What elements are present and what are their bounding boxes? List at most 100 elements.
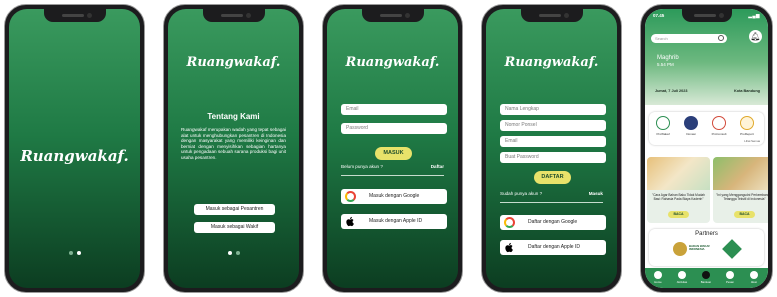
feature-menu: ProWakaf Donasi ProConsult ProReport Lih… xyxy=(649,112,764,145)
google-login-button[interactable]: Masuk dengan Google xyxy=(341,189,447,204)
partners-title: Partners xyxy=(695,231,718,237)
tab-label: Akun xyxy=(750,280,758,284)
about-screen: Ruangwakaf. Tentang Kami Ruangwakaf meru… xyxy=(168,9,299,288)
apple-login-label: Masuk dengan Apple ID xyxy=(369,218,423,224)
search-input[interactable]: Search xyxy=(651,34,727,43)
tab-label: Home xyxy=(654,280,662,284)
phone-about: Ruangwakaf. Tentang Kami Ruangwakaf meru… xyxy=(163,4,304,293)
menu-proconsult[interactable]: ProConsult xyxy=(707,116,731,136)
login-prompt: Sudah punya akun ? xyxy=(500,191,543,196)
login-screen: Ruangwakaf. Email Password MASUK Belum p… xyxy=(327,9,458,288)
menu-label: ProWakaf xyxy=(656,132,670,136)
heart-icon xyxy=(702,271,710,279)
brand-logo: Ruangwakaf. xyxy=(186,55,281,70)
partner-emblem xyxy=(722,239,742,259)
google-icon xyxy=(345,191,356,202)
login-pesantren-button[interactable]: Masuk sebagai Pesantren xyxy=(194,204,275,215)
article-card[interactable]: "Ini yang Menggangudni Perkembangan Teta… xyxy=(713,157,768,223)
google-register-button[interactable]: Daftar dengan Google xyxy=(500,215,606,230)
tab-bantuan[interactable]: Bantuan xyxy=(697,271,715,284)
brand-logo: Ruangwakaf. xyxy=(504,55,599,70)
phone-field[interactable]: Nomor Ponsel xyxy=(500,120,606,131)
about-title: Tentang Kami xyxy=(207,112,260,121)
splash-screen: Ruangwakaf. xyxy=(9,9,140,288)
menu-label: ProConsult xyxy=(711,132,727,136)
prayer-name: Maghrib xyxy=(657,55,679,61)
signal-icon: ▂▄▆ xyxy=(748,13,760,18)
email-field[interactable]: Email xyxy=(341,104,447,115)
read-button[interactable]: BACA xyxy=(734,211,755,218)
menu-donasi[interactable]: Donasi xyxy=(679,116,703,136)
partner-name: BADAN WAKAF INDONESIA xyxy=(689,244,711,252)
bwi-logo xyxy=(673,242,687,256)
apple-login-button[interactable]: Masuk dengan Apple ID xyxy=(341,214,447,229)
page-dot-2[interactable] xyxy=(76,251,81,255)
page-dot-1[interactable] xyxy=(68,251,73,255)
register-row: Belum punya akun ? Daftar xyxy=(341,164,444,169)
menu-proreport[interactable]: ProReport xyxy=(735,116,759,136)
page-dot-1[interactable] xyxy=(227,251,232,255)
message-icon xyxy=(726,271,734,279)
tab-label: Bantuan xyxy=(700,280,712,284)
notch xyxy=(202,9,265,22)
register-screen: Ruangwakaf. Nama Lengkap Nomor Ponsel Em… xyxy=(486,9,617,288)
password-field[interactable]: Password xyxy=(341,123,447,134)
home-icon xyxy=(654,271,662,279)
article-caption: "Ini yang Menggangudni Perkembangan Teta… xyxy=(716,193,768,201)
divider xyxy=(500,202,603,203)
google-login-label: Masuk dengan Google xyxy=(369,193,420,199)
tab-aktivitas[interactable]: Aktivitas xyxy=(673,271,691,284)
tab-label: Pesan xyxy=(726,280,734,284)
login-link[interactable]: Masuk xyxy=(589,191,603,196)
register-prompt: Belum punya akun ? xyxy=(341,164,383,169)
brand-logo: Ruangwakaf. xyxy=(345,55,440,70)
phone-splash: Ruangwakaf. xyxy=(4,4,145,293)
partners-section: Partners BADAN WAKAF INDONESIA xyxy=(649,229,764,266)
city-label: Kota Bandung xyxy=(734,89,760,93)
article-caption: "Cara Agar Bahan Baku Tidak Mudah Basi: … xyxy=(652,193,705,201)
home-screen: 07.45 ▂▄▆ Search 🔔︎ Maghrib 5.54 PM Juma… xyxy=(645,9,768,288)
list-icon xyxy=(678,271,686,279)
tab-home[interactable]: Home xyxy=(649,271,667,284)
tab-pesan[interactable]: Pesan xyxy=(721,271,739,284)
apple-icon xyxy=(346,216,354,227)
page-indicator xyxy=(9,251,140,255)
menu-prowakaf[interactable]: ProWakaf xyxy=(651,116,675,136)
brand-logo: Ruangwakaf. xyxy=(20,147,129,165)
menu-label: ProReport xyxy=(740,132,754,136)
login-row: Sudah punya akun ? Masuk xyxy=(500,191,603,196)
see-all-link[interactable]: Lihat Semua xyxy=(744,139,760,143)
bell-icon[interactable]: 🔔︎ xyxy=(749,30,762,43)
password-field[interactable]: Buat Password xyxy=(500,152,606,163)
tab-label: Aktivitas xyxy=(676,280,688,284)
search-placeholder: Search xyxy=(655,36,668,41)
page-dot-2[interactable] xyxy=(235,251,240,255)
register-button[interactable]: DAFTAR xyxy=(534,171,571,184)
apple-register-button[interactable]: Daftar dengan Apple ID xyxy=(500,240,606,255)
login-wakif-button[interactable]: Masuk sebagai Wakif xyxy=(194,222,275,233)
article-card[interactable]: "Cara Agar Bahan Baku Tidak Mudah Basi: … xyxy=(647,157,710,223)
phone-home: 07.45 ▂▄▆ Search 🔔︎ Maghrib 5.54 PM Juma… xyxy=(640,4,773,293)
phone-register: Ruangwakaf. Nama Lengkap Nomor Ponsel Em… xyxy=(481,4,622,293)
menu-label: Donasi xyxy=(686,132,696,136)
google-register-label: Daftar dengan Google xyxy=(528,219,578,225)
notch xyxy=(520,9,583,22)
full-name-field[interactable]: Nama Lengkap xyxy=(500,104,606,115)
phone-login: Ruangwakaf. Email Password MASUK Belum p… xyxy=(322,4,463,293)
user-icon xyxy=(750,271,758,279)
google-icon xyxy=(504,217,515,228)
email-field[interactable]: Email xyxy=(500,136,606,147)
apple-register-label: Daftar dengan Apple ID xyxy=(528,244,580,250)
login-button[interactable]: MASUK xyxy=(375,147,412,160)
register-link[interactable]: Daftar xyxy=(431,164,444,169)
apple-icon xyxy=(505,242,513,253)
prayer-clock: 5.54 PM xyxy=(657,62,674,67)
about-text: Ruangwakaf merupakan wadah yang tepat se… xyxy=(181,127,286,160)
search-icon xyxy=(718,35,724,41)
page-indicator xyxy=(168,251,299,255)
status-bar: 07.45 ▂▄▆ xyxy=(653,13,760,18)
prayer-time: Maghrib 5.54 PM xyxy=(657,55,679,67)
notch xyxy=(361,9,424,22)
tab-akun[interactable]: Akun xyxy=(745,271,763,284)
read-button[interactable]: BACA xyxy=(668,211,689,218)
